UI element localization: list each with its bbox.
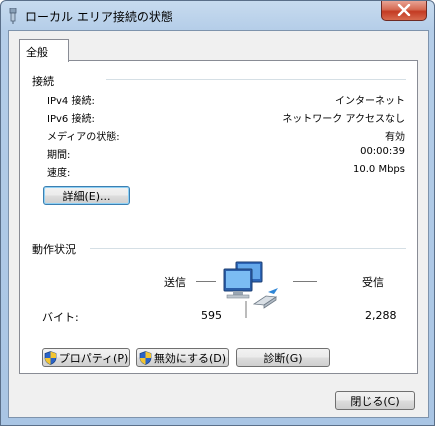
disable-button-label: 無効にする(D) <box>153 351 227 365</box>
media-state-value: 有効 <box>385 132 405 143</box>
activity-divider <box>90 248 406 249</box>
tab-label: 全般 <box>26 46 48 59</box>
tab-panel: 接続 IPv4 接続: インターネット IPv6 接続: ネットワーク アクセス… <box>19 60 418 374</box>
connection-heading: 接続 <box>32 75 54 88</box>
diagnose-button-label: 診断(G) <box>263 351 303 365</box>
speed-value: 10.0 Mbps <box>353 164 405 175</box>
shield-icon <box>44 350 57 365</box>
close-icon <box>397 4 411 16</box>
window-title: ローカル エリア接続の状態 <box>25 10 173 24</box>
ipv6-value: ネットワーク アクセスなし <box>282 114 405 125</box>
ipv4-label: IPv4 接続: <box>47 96 95 107</box>
shield-icon <box>139 350 152 365</box>
connection-icon <box>9 8 17 24</box>
network-computers-icon <box>223 261 278 318</box>
properties-button[interactable]: プロパティ(P) <box>42 348 130 367</box>
bytes-sent-value: 595 <box>201 309 222 322</box>
bytes-label: バイト: <box>42 311 79 324</box>
details-button[interactable]: 詳細(E)... <box>43 186 130 205</box>
properties-button-label: プロパティ(P) <box>58 351 129 365</box>
close-button[interactable]: 閉じる(C) <box>335 391 415 410</box>
tab-general[interactable]: 全般 <box>19 39 69 62</box>
activity-heading: 動作状況 <box>32 243 76 256</box>
sent-line <box>196 281 216 282</box>
sent-label: 送信 <box>164 276 186 289</box>
diagnose-button[interactable]: 診断(G) <box>236 348 330 367</box>
speed-label: 速度: <box>47 168 71 179</box>
close-window-button[interactable] <box>381 1 427 21</box>
disable-button[interactable]: 無効にする(D) <box>136 348 229 367</box>
duration-label: 期間: <box>47 150 71 161</box>
ipv4-value: インターネット <box>335 96 405 107</box>
received-label: 受信 <box>362 276 384 289</box>
duration-value: 00:00:39 <box>360 146 405 157</box>
details-button-label: 詳細(E)... <box>62 189 111 203</box>
dialog-body: 全般 接続 IPv4 接続: インターネット IPv6 接続: ネットワーク ア… <box>8 30 429 418</box>
close-button-label: 閉じる(C) <box>350 394 400 408</box>
received-line <box>293 281 317 282</box>
dialog-window: ローカル エリア接続の状態 全般 接続 IPv4 接続: インターネット IPv… <box>0 0 435 426</box>
ipv6-label: IPv6 接続: <box>47 114 95 125</box>
media-state-label: メディアの状態: <box>47 132 120 143</box>
bytes-received-value: 2,288 <box>365 309 397 322</box>
connection-divider <box>106 79 406 80</box>
title-bar[interactable]: ローカル エリア接続の状態 <box>1 1 434 31</box>
